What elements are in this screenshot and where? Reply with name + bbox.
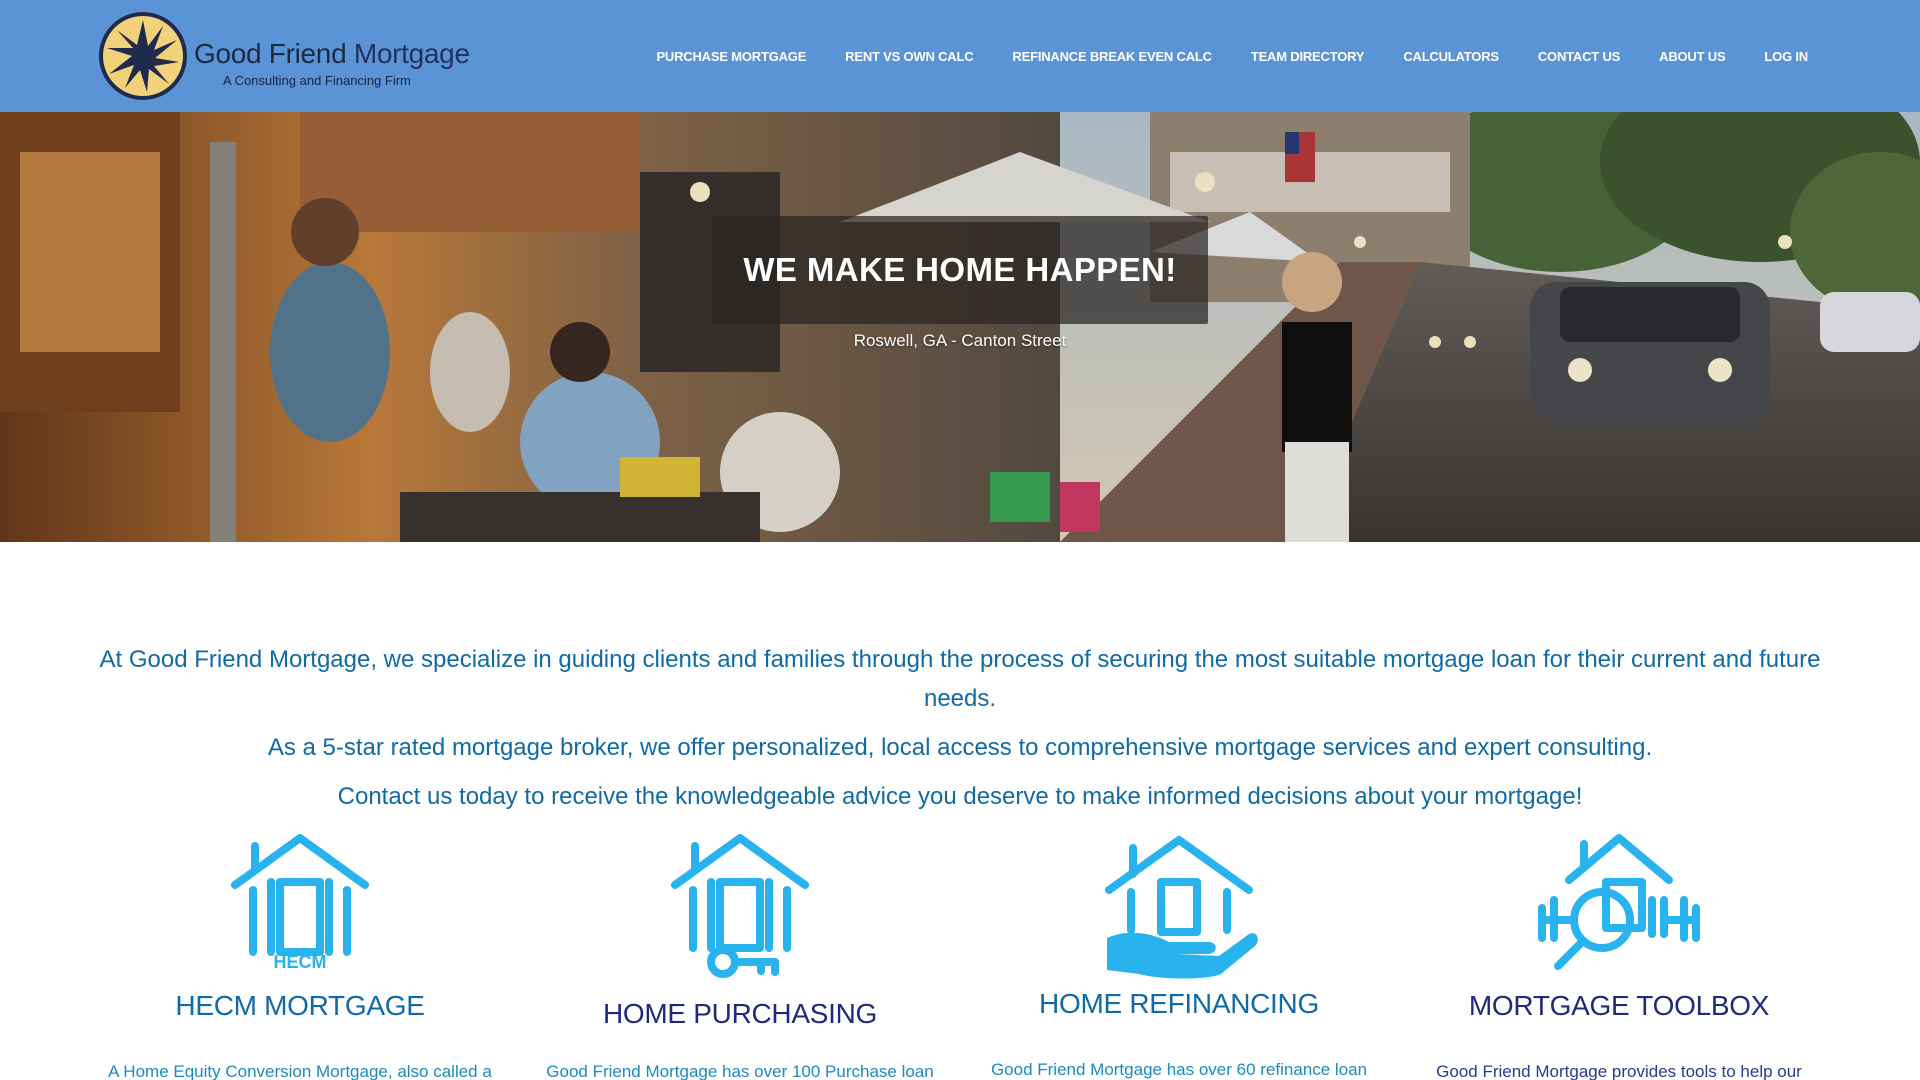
service-text-hecm: A Home Equity Conversion Mortgage, also …: [108, 1062, 492, 1080]
service-title-hecm[interactable]: HECM MORTGAGE: [90, 990, 510, 1022]
brand-name-secondary: Mortgage: [353, 38, 470, 69]
nav-calculators[interactable]: CALCULATORS: [1403, 41, 1499, 72]
service-home-refinancing[interactable]: HOME REFINANCING Good Friend Mortgage ha…: [969, 830, 1389, 1079]
service-hecm-mortgage[interactable]: HECM HECM MORTGAGE A Home Equity Convers…: [90, 830, 510, 1080]
starburst-logo-icon: [99, 12, 187, 100]
brand-tagline: A Consulting and Financing Firm: [223, 73, 411, 88]
nav-rent-vs-own-calc[interactable]: RENT VS OWN CALC: [845, 41, 973, 72]
intro-paragraph-2: As a 5-star rated mortgage broker, we of…: [267, 734, 1653, 761]
service-mortgage-toolbox[interactable]: MORTGAGE TOOLBOX Good Friend Mortgage pr…: [1409, 830, 1829, 1080]
hero-street-photo: [0, 112, 1920, 542]
hero-title-box: WE MAKE HOME HAPPEN!: [712, 216, 1208, 324]
nav-log-in[interactable]: LOG IN: [1764, 41, 1808, 72]
service-title-refinancing[interactable]: HOME REFINANCING: [969, 988, 1389, 1020]
intro-paragraph-3: Contact us today to receive the knowledg…: [337, 783, 1583, 810]
nav-purchase-mortgage[interactable]: PURCHASE MORTGAGE: [656, 41, 806, 72]
house-key-icon[interactable]: [665, 830, 815, 980]
brand-name: Good Friend Mortgage: [194, 38, 470, 70]
hero-title: WE MAKE HOME HAPPEN!: [743, 251, 1177, 288]
house-magnifier-icon[interactable]: [1534, 830, 1704, 970]
brand-logo[interactable]: Good Friend Mortgage A Consulting and Fi…: [97, 10, 497, 104]
hero-banner: WE MAKE HOME HAPPEN! Roswell, GA - Canto…: [0, 112, 1920, 542]
hero-caption: Roswell, GA - Canton Street: [853, 331, 1067, 350]
nav-about-us[interactable]: ABOUT US: [1659, 41, 1725, 72]
intro-section: At Good Friend Mortgage, we specialize i…: [90, 640, 1830, 816]
house-hand-icon[interactable]: [1099, 830, 1259, 980]
service-title-toolbox[interactable]: MORTGAGE TOOLBOX: [1409, 990, 1829, 1022]
intro-paragraph-1: At Good Friend Mortgage, we specialize i…: [99, 646, 1821, 712]
site-header: Good Friend Mortgage A Consulting and Fi…: [0, 0, 1920, 112]
nav-contact-us[interactable]: CONTACT US: [1538, 41, 1620, 72]
hecm-icon-label: HECM: [274, 952, 327, 970]
service-home-purchasing[interactable]: HOME PURCHASING Good Friend Mortgage has…: [530, 830, 950, 1080]
service-text-purchasing: Good Friend Mortgage has over 100 Purcha…: [546, 1062, 934, 1080]
house-hecm-icon[interactable]: HECM: [225, 830, 375, 970]
nav-refinance-break-even-calc[interactable]: REFINANCE BREAK EVEN CALC: [1012, 41, 1212, 72]
service-text-toolbox: Good Friend Mortgage provides tools to h…: [1436, 1062, 1802, 1080]
brand-name-primary: Good Friend: [194, 38, 347, 69]
service-text-refinancing: Good Friend Mortgage has over 60 refinan…: [990, 1060, 1368, 1079]
main-nav: PURCHASE MORTGAGE RENT VS OWN CALC REFIN…: [617, 0, 1808, 112]
service-title-purchasing[interactable]: HOME PURCHASING: [530, 998, 950, 1030]
nav-team-directory[interactable]: TEAM DIRECTORY: [1251, 41, 1365, 72]
